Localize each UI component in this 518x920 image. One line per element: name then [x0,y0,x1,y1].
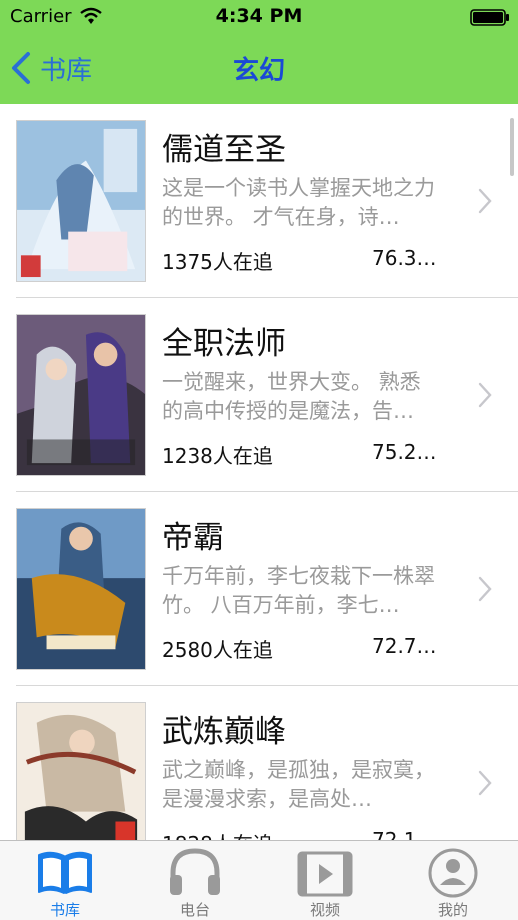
tab-label: 视频 [309,901,340,919]
disclosure-chevron-icon [478,576,492,602]
battery-icon [470,9,509,26]
book-description: 武之巅峰，是孤独，是寂寞，是漫漫求索，是高处… [162,758,435,811]
vertical-scrollbar[interactable] [510,118,514,176]
tab-library[interactable]: 书库 [0,841,130,920]
book-icon [38,851,92,894]
status-bar: Carrier 4:34 PM [0,0,518,34]
book-list[interactable]: 儒道至圣 这是一个读书人掌握天地之力的世界。 才气在身，诗… 1375人在追 7… [0,104,518,840]
book-followers: 2580人在追 [162,638,273,662]
book-score: 72.1… [372,828,437,840]
film-icon [297,851,353,897]
book-followers: 1238人在追 [162,444,273,468]
headphones-icon [170,848,220,895]
book-followers: 1375人在追 [162,250,273,274]
tab-label: 电台 [179,901,210,919]
book-description: 这是一个读书人掌握天地之力的世界。 才气在身，诗… [162,176,435,229]
book-cover [16,120,146,282]
book-title: 武炼巅峰 [162,714,286,750]
disclosure-chevron-icon [478,188,492,214]
status-time: 4:34 PM [215,5,303,27]
profile-icon [428,848,478,898]
book-title: 儒道至圣 [162,132,286,168]
book-description: 一觉醒来，世界大变。 熟悉的高中传授的是魔法，告… [162,370,421,423]
book-score: 75.2… [372,440,437,464]
tab-bar: 书库 电台 视频 我的 [0,840,518,920]
page-title: 玄幻 [232,56,285,86]
book-row[interactable]: 帝霸 千万年前，李七夜栽下一株翠竹。 八百万年前，李七… 2580人在追 72.… [0,492,518,686]
book-cover [16,314,146,476]
disclosure-chevron-icon [478,770,492,796]
book-score: 76.3… [372,246,437,270]
book-row[interactable]: 武炼巅峰 武之巅峰，是孤独，是寂寞，是漫漫求索，是高处… 1828人在追 72.… [0,686,518,840]
book-followers: 1828人在追 [162,828,273,840]
book-row[interactable]: 儒道至圣 这是一个读书人掌握天地之力的世界。 才气在身，诗… 1375人在追 7… [0,104,518,298]
book-score: 72.7… [372,634,437,658]
navigation-bar: 书库 玄幻 [0,34,518,104]
book-cover [16,508,146,670]
tab-label: 我的 [437,901,468,919]
tab-video[interactable]: 视频 [260,841,390,920]
book-row[interactable]: 全职法师 一觉醒来，世界大变。 熟悉的高中传授的是魔法，告… 1238人在追 7… [0,298,518,492]
book-description: 千万年前，李七夜栽下一株翠竹。 八百万年前，李七… [162,564,435,617]
book-title: 帝霸 [162,520,224,556]
header: Carrier 4:34 PM 书库 玄幻 [0,0,518,104]
tab-profile[interactable]: 我的 [388,841,518,920]
disclosure-chevron-icon [478,382,492,408]
tab-label: 书库 [49,901,80,919]
book-title: 全职法师 [162,326,286,362]
book-cover [16,702,146,840]
tab-radio[interactable]: 电台 [130,841,260,920]
